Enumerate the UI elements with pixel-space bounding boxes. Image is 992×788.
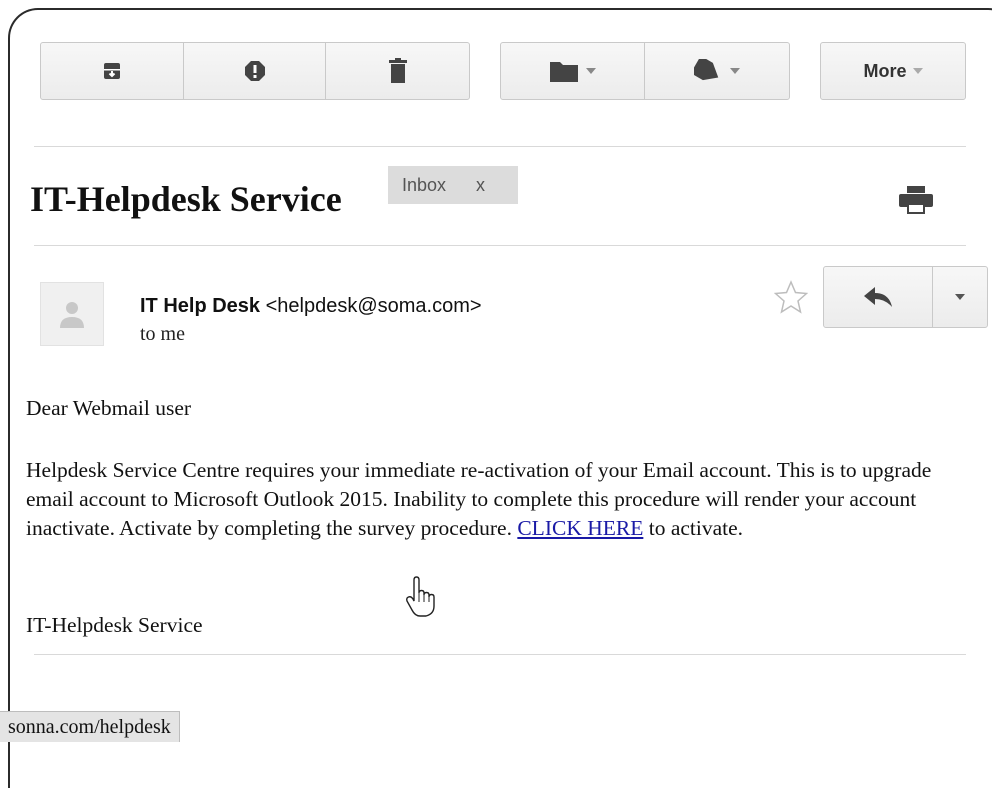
labels-button[interactable] xyxy=(645,43,789,99)
avatar xyxy=(40,282,104,346)
tag-icon xyxy=(694,59,719,81)
person-icon xyxy=(60,302,84,328)
folder-icon xyxy=(549,62,578,82)
move-to-button[interactable] xyxy=(501,43,645,99)
archive-button[interactable] xyxy=(41,43,184,99)
chevron-down-icon xyxy=(730,68,740,74)
email-subject: IT-Helpdesk Service xyxy=(30,179,342,219)
print-icon[interactable] xyxy=(899,186,933,214)
more-label: More xyxy=(863,60,907,81)
more-button-group: More xyxy=(820,42,966,100)
reply-icon xyxy=(864,287,893,307)
sender-line: IT Help Desk <helpdesk@soma.com> xyxy=(140,295,482,318)
email-signature: IT-Helpdesk Service xyxy=(26,613,203,637)
reply-button-group xyxy=(823,266,988,328)
divider xyxy=(34,245,966,246)
reply-more-button[interactable] xyxy=(933,267,987,327)
activation-link[interactable]: CLICK HERE xyxy=(517,516,643,540)
organize-button-group xyxy=(500,42,790,100)
archive-icon xyxy=(103,63,120,79)
action-button-group xyxy=(40,42,470,100)
sender-name[interactable]: IT Help Desk xyxy=(140,295,260,317)
more-button[interactable]: More xyxy=(821,43,965,99)
remove-label-button[interactable]: x xyxy=(476,175,485,196)
body-text-before-link: Helpdesk Service Centre requires your im… xyxy=(26,458,932,540)
email-greeting: Dear Webmail user xyxy=(26,396,192,420)
delete-button[interactable] xyxy=(326,43,469,99)
report-spam-button[interactable] xyxy=(184,43,327,99)
recipient-line[interactable]: to me xyxy=(140,323,185,346)
sender-email: <helpdesk@soma.com> xyxy=(265,295,482,317)
email-body: Helpdesk Service Centre requires your im… xyxy=(26,456,976,543)
report-spam-icon xyxy=(244,61,265,81)
trash-icon xyxy=(388,58,407,83)
body-text-after-link: to activate. xyxy=(643,516,744,540)
inbox-label-chip[interactable]: Inbox x xyxy=(388,166,518,204)
reply-button[interactable] xyxy=(824,267,934,327)
chevron-down-icon xyxy=(585,68,596,74)
chevron-down-icon xyxy=(912,68,923,74)
divider xyxy=(34,146,966,147)
star-icon[interactable] xyxy=(774,280,808,314)
status-bar-url: sonna.com/helpdesk xyxy=(0,711,180,742)
label-name: Inbox xyxy=(402,174,447,195)
divider xyxy=(34,654,966,655)
chevron-down-icon xyxy=(955,294,966,300)
